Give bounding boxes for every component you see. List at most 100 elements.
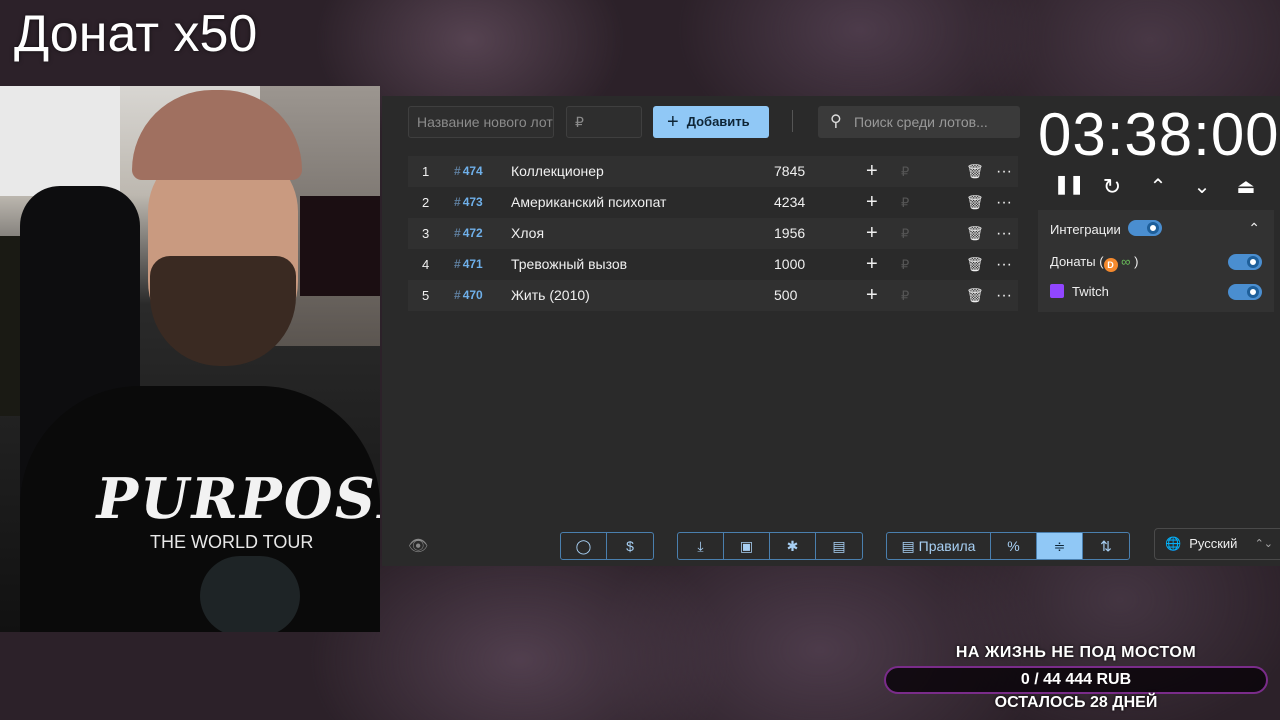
- view-options-group: ▤ Правила % ≑ ⇅: [886, 532, 1130, 560]
- more-icon[interactable]: ···: [996, 280, 1012, 311]
- lot-amount-input[interactable]: ₽: [566, 106, 642, 138]
- webcam-person-beard: [150, 256, 296, 366]
- eject-icon[interactable]: ⏏: [1232, 174, 1260, 199]
- webcam-microphone: [200, 556, 300, 632]
- lot-id-value: 472: [462, 226, 483, 240]
- language-select[interactable]: 🌐 Русский ⌃⌄: [1154, 528, 1280, 560]
- more-icon[interactable]: ···: [996, 187, 1012, 218]
- lot-amount[interactable]: 500: [774, 280, 797, 311]
- compact-view-icon[interactable]: ≑: [1037, 533, 1083, 559]
- webcam-poster: [300, 196, 380, 296]
- goal-progress-bar: 0 / 44 444 RUB: [884, 666, 1268, 694]
- donations-toggle[interactable]: [1228, 254, 1262, 270]
- lot-amount[interactable]: 4234: [774, 187, 805, 218]
- integrations-header: Интеграции: [1050, 222, 1121, 237]
- pause-icon[interactable]: ❚❚: [1054, 174, 1084, 195]
- rules-label: Правила: [918, 538, 976, 554]
- chevron-up-icon[interactable]: ⌃: [1144, 174, 1172, 199]
- file-actions-group: ⤓ ▣ ✱ ▤: [677, 532, 863, 560]
- integrations-toggle[interactable]: [1128, 220, 1162, 236]
- goal-remaining: ОСТАЛОСЬ 28 ДНЕЙ: [994, 694, 1158, 711]
- currency-input[interactable]: ₽: [901, 218, 909, 249]
- webcam-background: [0, 86, 120, 196]
- donationalerts-icon: D: [1103, 258, 1118, 272]
- lot-id: #470: [454, 280, 483, 311]
- language-value: Русский: [1189, 536, 1238, 551]
- lot-search-input[interactable]: ⚲ Поиск среди лотов...: [818, 106, 1020, 138]
- shirt-print-sub: THE WORLD TOUR: [150, 532, 314, 552]
- hash-icon: #: [454, 195, 461, 209]
- lot-name[interactable]: Хлоя: [511, 218, 544, 249]
- twitch-label: Twitch: [1072, 284, 1109, 299]
- lot-row: 1 #474 Коллекционер 7845 + ₽ 🗑 ···: [408, 156, 1018, 187]
- lot-name-input[interactable]: Название нового лота: [408, 106, 554, 138]
- trash-icon[interactable]: 🗑: [966, 280, 984, 311]
- more-icon[interactable]: ···: [996, 218, 1012, 249]
- eye-icon[interactable]: 👁: [408, 536, 428, 556]
- percent-icon[interactable]: %: [991, 533, 1037, 559]
- hash-icon: #: [454, 257, 461, 271]
- clear-list-icon[interactable]: ▤: [816, 533, 862, 559]
- lot-rank: 4: [422, 257, 430, 272]
- lot-id: #471: [454, 249, 483, 280]
- download-icon[interactable]: ⤓: [678, 533, 724, 559]
- goal-title: НА ЖИЗНЬ НЕ ПОД МОСТОМ: [955, 644, 1197, 661]
- sort-icon[interactable]: ⇅: [1083, 533, 1129, 559]
- twitch-toggle[interactable]: [1228, 284, 1262, 300]
- search-icon: ⚲: [830, 113, 842, 130]
- reset-icon[interactable]: ↻: [1098, 174, 1126, 200]
- chevron-down-icon[interactable]: ⌄: [1188, 174, 1216, 199]
- trash-icon[interactable]: 🗑: [966, 156, 984, 187]
- trash-icon[interactable]: 🗑: [966, 218, 984, 249]
- lot-row: 4 #471 Тревожный вызов 1000 + ₽ 🗑 ···: [408, 249, 1018, 280]
- donations-label-close: ): [1134, 254, 1139, 269]
- lot-row: 5 #470 Жить (2010) 500 + ₽ 🗑 ···: [408, 280, 1018, 311]
- lot-name[interactable]: Жить (2010): [511, 280, 590, 311]
- lot-amount[interactable]: 1956: [774, 218, 805, 249]
- github-icon[interactable]: ◯: [561, 533, 607, 559]
- currency-input[interactable]: ₽: [901, 280, 909, 311]
- add-amount-icon[interactable]: +: [866, 187, 878, 218]
- more-icon[interactable]: ···: [996, 156, 1012, 187]
- currency-input[interactable]: ₽: [901, 156, 909, 187]
- trash-icon[interactable]: 🗑: [966, 187, 984, 218]
- select-arrow-icon: ⌃⌄: [1254, 538, 1273, 550]
- countdown-timer: 03:38:00: [1038, 101, 1280, 168]
- add-lot-label: Добавить: [686, 114, 750, 129]
- lot-name[interactable]: Тревожный вызов: [511, 249, 627, 280]
- lot-rank: 3: [422, 226, 430, 241]
- save-icon[interactable]: ▣: [724, 533, 770, 559]
- lot-row: 3 #472 Хлоя 1956 + ₽ 🗑 ···: [408, 218, 1018, 249]
- donations-integration: Донаты (D ∞ ): [1050, 254, 1138, 272]
- more-icon[interactable]: ···: [996, 249, 1012, 280]
- webcam-feed: PURPOSE THE WORLD TOUR: [0, 86, 380, 632]
- stream-title: Донат x50: [14, 5, 258, 63]
- lot-amount[interactable]: 7845: [774, 156, 805, 187]
- donate-dollar-icon[interactable]: $: [607, 533, 653, 559]
- search-placeholder: Поиск среди лотов...: [854, 114, 988, 130]
- rules-button[interactable]: ▤ Правила: [887, 533, 991, 559]
- add-amount-icon[interactable]: +: [866, 218, 878, 249]
- lot-rank: 2: [422, 195, 430, 210]
- shirt-print: PURPOSE: [90, 466, 380, 532]
- add-lot-button[interactable]: + Добавить: [653, 106, 769, 138]
- chevron-up-icon[interactable]: ⌃: [1248, 220, 1260, 237]
- lot-name[interactable]: Коллекционер: [511, 156, 604, 187]
- add-amount-icon[interactable]: +: [866, 249, 878, 280]
- lot-name[interactable]: Американский психопат: [511, 187, 666, 218]
- lot-id-value: 474: [462, 164, 483, 178]
- lot-amount[interactable]: 1000: [774, 249, 805, 280]
- auction-app: Название нового лота ₽ + Добавить ⚲ Поиск…: [382, 96, 1280, 566]
- currency-input[interactable]: ₽: [901, 187, 909, 218]
- bug-icon[interactable]: ✱: [770, 533, 816, 559]
- lot-id-value: 473: [462, 195, 483, 209]
- links-group: ◯ $: [560, 532, 654, 560]
- lot-rank: 1: [422, 164, 430, 179]
- infinity-icon: ∞: [1121, 254, 1131, 269]
- twitch-icon: [1050, 284, 1064, 298]
- add-amount-icon[interactable]: +: [866, 280, 878, 311]
- hash-icon: #: [454, 226, 461, 240]
- currency-input[interactable]: ₽: [901, 249, 909, 280]
- trash-icon[interactable]: 🗑: [966, 249, 984, 280]
- add-amount-icon[interactable]: +: [866, 156, 878, 187]
